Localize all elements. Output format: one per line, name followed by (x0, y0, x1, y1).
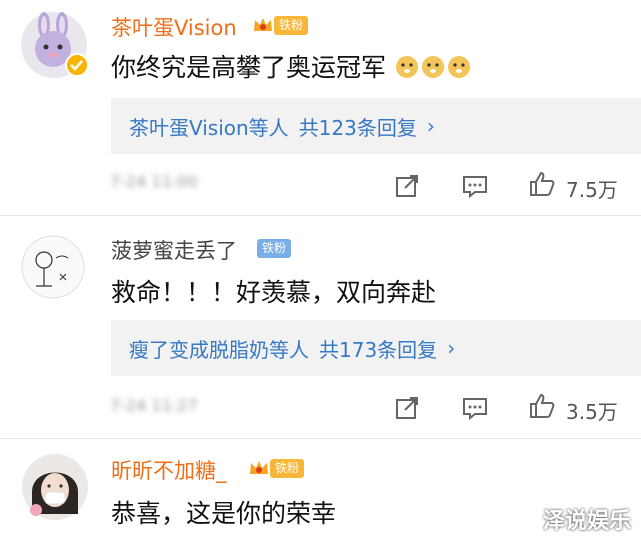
comment-2-fan-badge: 铁粉 (257, 237, 292, 259)
comment-1-like-count: 7.5万 (566, 178, 618, 202)
reply-users: 瘦了变成脱脂奶等人 (129, 337, 309, 362)
comment-icon[interactable] (461, 394, 489, 422)
avatar-user-1[interactable] (18, 9, 96, 81)
fan-badge-label: 铁粉 (270, 458, 305, 478)
comment-1-timestamp: 7-24 11:00 (110, 172, 198, 191)
share-icon[interactable] (393, 394, 421, 422)
reply-count: 共173条回复 (319, 337, 438, 362)
share-icon[interactable] (393, 172, 421, 200)
comment-1-author[interactable]: 茶叶蛋Vision (111, 12, 237, 42)
like-icon[interactable] (528, 170, 556, 198)
like-icon[interactable] (528, 392, 556, 420)
comment-icon[interactable] (461, 172, 489, 200)
fan-badge-label: 铁粉 (274, 15, 309, 35)
reply-users: 茶叶蛋Vision等人 (129, 115, 289, 140)
comment-3-text: 恭喜，这是你的荣幸 (111, 499, 337, 528)
comment-2-like-count: 3.5万 (566, 400, 618, 424)
comment-1-fan-badge: 铁粉 (252, 14, 309, 36)
crown-icon (250, 461, 268, 474)
comment-1-replies-link[interactable]: 茶叶蛋Vision等人 共123条回复 › (111, 98, 641, 154)
comment-2-timestamp: 7-24 11:27 (110, 396, 198, 415)
chevron-right-icon: › (426, 114, 435, 138)
comment-1-text-content: 你终究是高攀了奥运冠军 (111, 53, 387, 82)
watermark: 泽说娱乐 (543, 509, 632, 534)
comment-3-author[interactable]: 昕昕不加糖_ (111, 455, 227, 485)
avatar-user-2[interactable] (20, 234, 86, 300)
comment-3-fan-badge: 铁粉 (248, 457, 305, 479)
crown-icon (254, 18, 272, 31)
reply-count: 共123条回复 (298, 115, 417, 140)
divider (0, 215, 641, 216)
comment-1-text: 你终究是高攀了奥运冠军 (111, 48, 472, 85)
comment-2-author[interactable]: 菠萝蜜走丢了 (111, 235, 237, 265)
avatar-user-3[interactable] (20, 452, 90, 522)
divider (0, 438, 641, 439)
chevron-right-icon: › (447, 336, 456, 360)
comment-2-replies-link[interactable]: 瘦了变成脱脂奶等人 共173条回复 › (111, 320, 641, 376)
fan-badge-label: 铁粉 (257, 238, 292, 258)
comment-2-text: 救命！！！好羡慕，双向奔赴 (111, 278, 437, 307)
doge-emoji-icon (394, 53, 472, 85)
